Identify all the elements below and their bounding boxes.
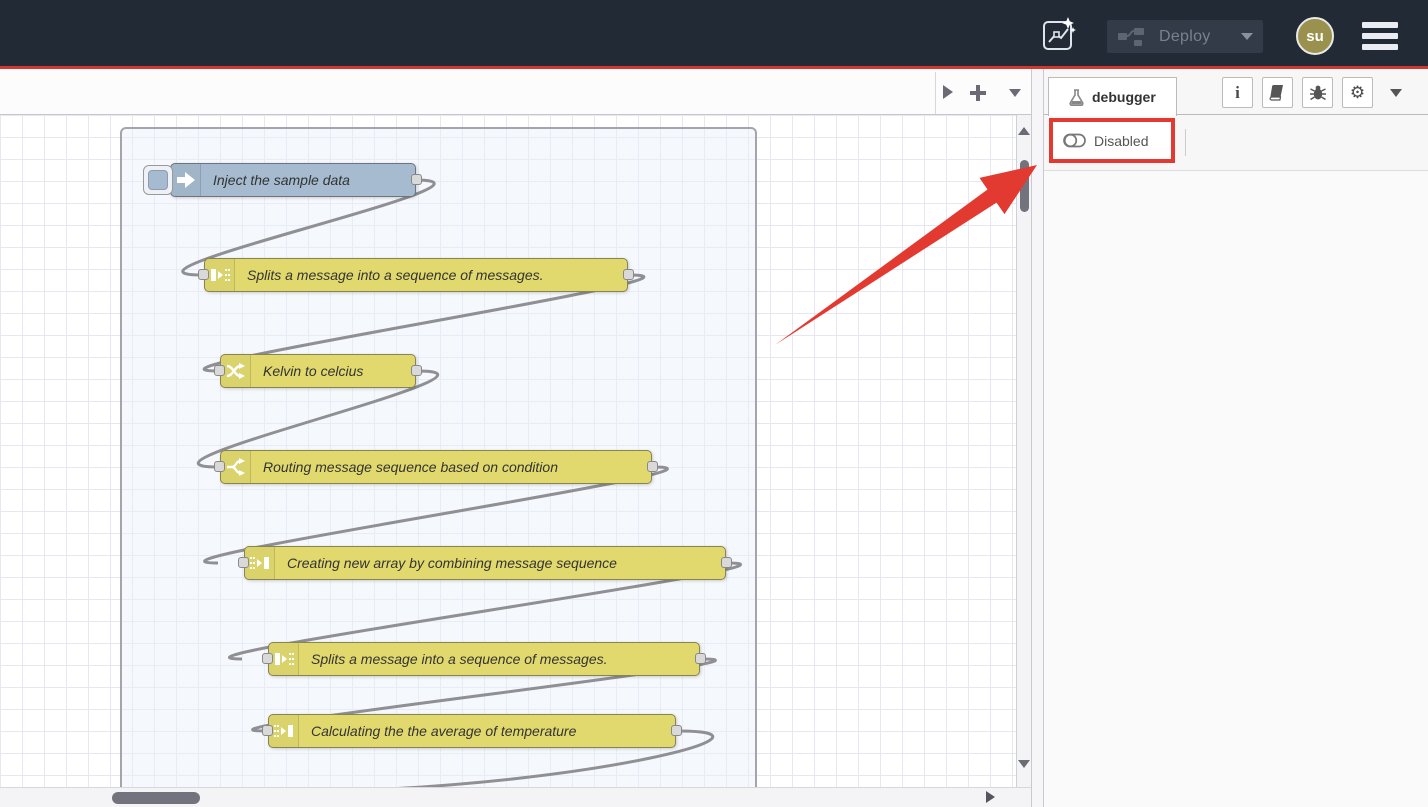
scroll-right-icon[interactable] <box>986 791 995 803</box>
node-label: Kelvin to celcius <box>251 355 373 387</box>
chevron-down-icon[interactable] <box>1241 33 1253 40</box>
toolbar-divider <box>1185 129 1186 156</box>
split-icon <box>205 259 235 291</box>
ai-assistant-icon[interactable] <box>1040 15 1078 53</box>
inject-button[interactable] <box>143 165 173 195</box>
output-port[interactable] <box>671 725 682 736</box>
debugger-disabled-toggle[interactable]: Disabled <box>1053 122 1171 159</box>
scroll-tabs-right-icon[interactable] <box>943 85 953 99</box>
tab-debugger[interactable]: debugger <box>1048 77 1177 116</box>
debugger-panel-content <box>1044 171 1428 806</box>
output-port[interactable] <box>647 461 658 472</box>
horizontal-scrollbar-thumb[interactable] <box>112 792 200 804</box>
canvas-horizontal-scrollbar[interactable] <box>0 787 1031 807</box>
flow-node-switch[interactable]: Routing message sequence based on condit… <box>220 450 652 484</box>
node-label: Routing message sequence based on condit… <box>251 451 568 483</box>
user-avatar[interactable]: su <box>1296 17 1334 55</box>
more-tabs-chevron-icon[interactable] <box>1390 89 1402 97</box>
sidebar: debugger i <box>1044 69 1428 807</box>
fork-icon <box>221 451 251 483</box>
tab-info[interactable]: i <box>1222 77 1253 108</box>
inject-arrow-icon <box>171 164 201 196</box>
shuffle-icon <box>221 355 251 387</box>
input-port[interactable] <box>262 725 273 736</box>
flow-node-split[interactable]: Splits a message into a sequence of mess… <box>204 258 628 292</box>
tab-label: debugger <box>1092 89 1156 105</box>
vertical-scrollbar-thumb[interactable] <box>1020 160 1029 212</box>
gear-icon: ⚙ <box>1350 84 1365 101</box>
flow-node-inject[interactable]: Inject the sample data <box>170 163 416 197</box>
flow-node-split[interactable]: Splits a message into a sequence of mess… <box>268 642 700 676</box>
book-icon <box>1269 84 1286 101</box>
node-label: Splits a message into a sequence of mess… <box>235 259 554 291</box>
output-port[interactable] <box>695 653 706 664</box>
scroll-down-icon[interactable] <box>1018 760 1030 768</box>
flow-node-join[interactable]: Creating new array by combining message … <box>244 546 726 580</box>
debugger-toolbar: Disabled <box>1044 115 1428 171</box>
info-icon: i <box>1235 83 1240 103</box>
flask-icon <box>1069 89 1084 106</box>
output-port[interactable] <box>721 557 732 568</box>
tabstrip-separator <box>935 72 936 114</box>
join-icon <box>245 547 275 579</box>
sidebar-splitter[interactable] <box>1031 69 1044 807</box>
workspace-tab-strip <box>0 69 1031 115</box>
output-port[interactable] <box>411 365 422 376</box>
input-port[interactable] <box>198 269 209 280</box>
app-header: Deploy su <box>0 0 1428 66</box>
deploy-button-label: Deploy <box>1159 28 1211 46</box>
tab-debug[interactable] <box>1302 77 1333 108</box>
input-port[interactable] <box>238 557 249 568</box>
toggle-off-icon <box>1063 133 1086 148</box>
annotation-highlight-box: Disabled <box>1049 118 1175 163</box>
deploy-button[interactable]: Deploy <box>1107 20 1263 53</box>
canvas-vertical-scrollbar[interactable] <box>1016 115 1031 787</box>
deploy-nodes-icon <box>1117 27 1145 47</box>
input-port[interactable] <box>262 653 273 664</box>
scroll-up-icon[interactable] <box>1018 127 1030 135</box>
output-port[interactable] <box>411 174 422 185</box>
input-port[interactable] <box>214 365 225 376</box>
hamburger-menu-icon[interactable] <box>1362 22 1398 50</box>
join-icon <box>269 715 299 747</box>
tab-config[interactable]: ⚙ <box>1342 77 1373 108</box>
flow-node-join[interactable]: Calculating the the average of temperatu… <box>268 714 676 748</box>
split-icon <box>269 643 299 675</box>
input-port[interactable] <box>214 461 225 472</box>
flow-canvas[interactable]: Inject the sample data Splits a message … <box>0 115 1016 787</box>
node-label: Calculating the the average of temperatu… <box>299 715 586 747</box>
node-label: Creating new array by combining message … <box>275 547 627 579</box>
add-flow-button[interactable] <box>969 84 987 102</box>
tab-help[interactable] <box>1262 77 1293 108</box>
avatar-initials: su <box>1306 28 1324 45</box>
list-flows-icon[interactable] <box>1009 89 1021 97</box>
output-port[interactable] <box>623 269 634 280</box>
node-label: Splits a message into a sequence of mess… <box>299 643 618 675</box>
sidebar-tab-bar: debugger i <box>1044 69 1428 115</box>
node-label: Inject the sample data <box>201 164 360 196</box>
plus-icon <box>969 84 987 102</box>
toggle-label: Disabled <box>1094 133 1148 149</box>
flow-node-change[interactable]: Kelvin to celcius <box>220 354 416 388</box>
bug-icon <box>1309 84 1327 101</box>
